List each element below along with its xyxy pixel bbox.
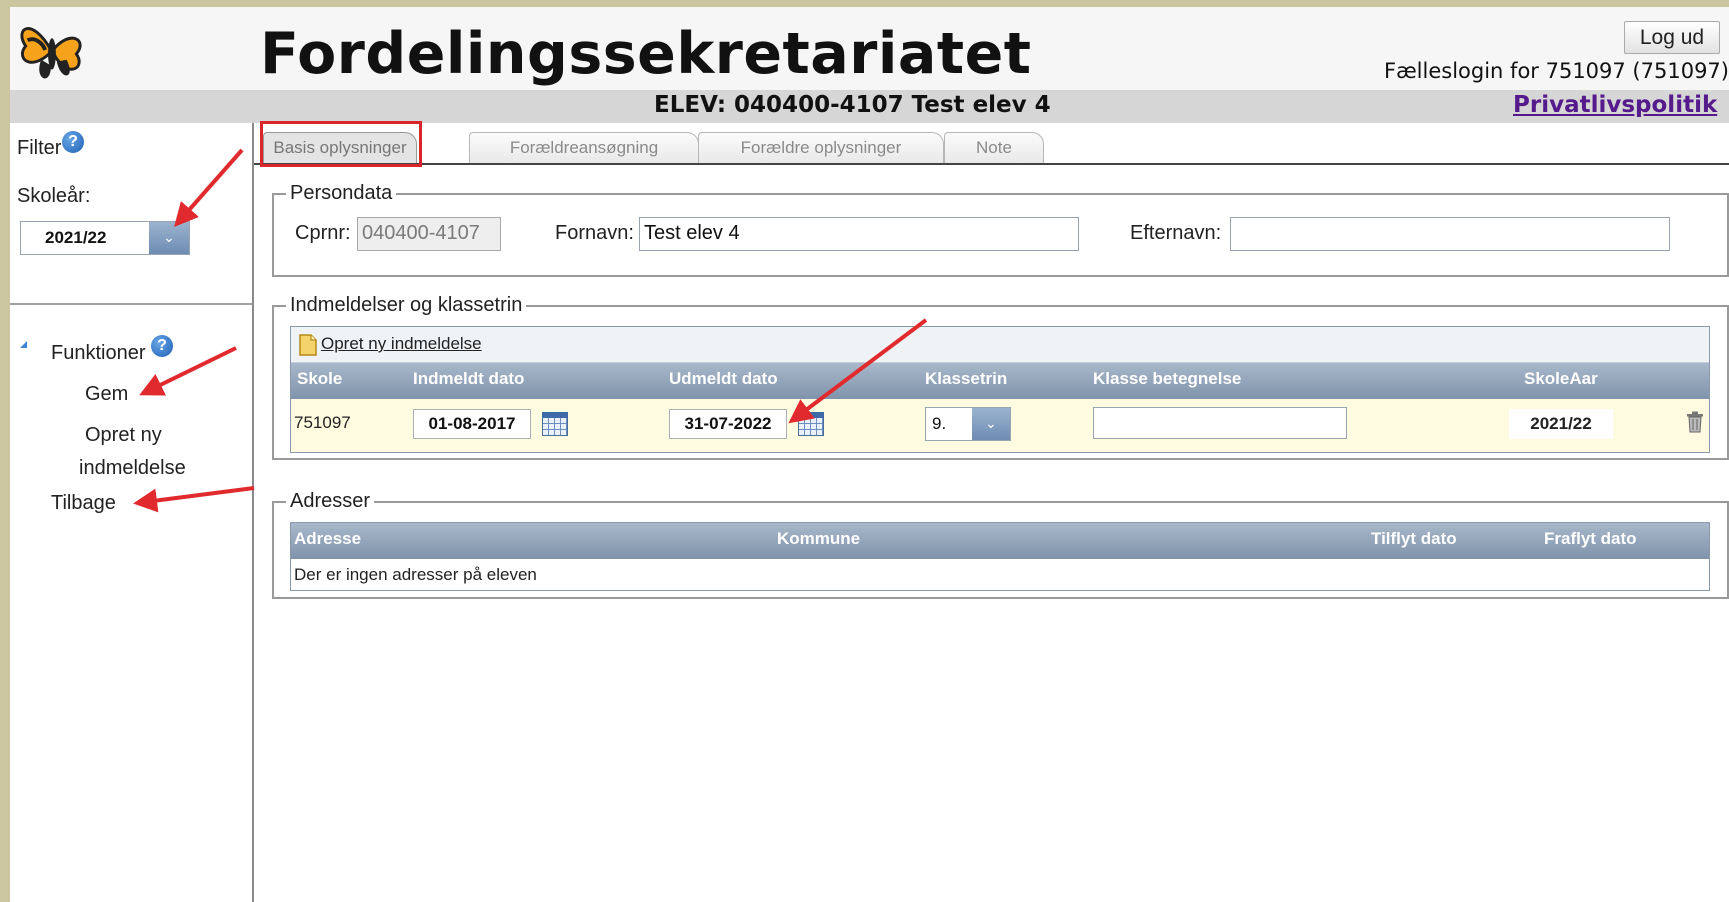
collapse-triangle-icon[interactable] [20, 341, 27, 348]
help-icon[interactable]: ? [151, 335, 173, 357]
school-year-cell: 2021/22 [1509, 409, 1613, 439]
firstname-label: Fornavn: [555, 222, 634, 244]
grade-select[interactable]: 9. ⌄ [925, 407, 1011, 441]
sidebar-item-save[interactable]: Gem [85, 383, 128, 406]
new-document-icon[interactable] [299, 334, 317, 356]
tab-underline [254, 163, 1729, 165]
empty-addresses-text: Der er ingen adresser på eleven [294, 565, 537, 584]
enrollments-legend: Indmeldelser og klassetrin [286, 294, 527, 317]
enrollments-header: Skole Indmeldt dato Udmeldt dato Klasset… [291, 363, 1709, 399]
addresses-legend: Adresser [286, 490, 375, 513]
firstname-field[interactable]: Test elev 4 [639, 217, 1079, 251]
filter-label: Filter [17, 137, 62, 159]
column-header[interactable]: Kommune [777, 529, 860, 549]
school-year-value: 2021/22 [45, 228, 107, 247]
app-window: Fordelingssekretariatet Log ud Fælleslog… [10, 7, 1729, 902]
chevron-down-icon[interactable]: ⌄ [149, 222, 189, 254]
persondata-fieldset: Persondata Cprnr: 040400-4107 Fornavn: T… [272, 182, 1729, 277]
cpr-label: Cprnr: [295, 222, 351, 244]
lastname-label: Efternavn: [1130, 222, 1222, 244]
column-header[interactable]: Klasse betegnelse [1093, 369, 1241, 389]
sidebar: Filter ? Skoleår: 2021/22 ⌄ Funktioner ?… [10, 123, 254, 902]
column-header[interactable]: Skole [297, 369, 342, 389]
trash-icon[interactable] [1686, 411, 1704, 433]
functions-label: Funktioner [51, 342, 146, 364]
table-row: 751097 01-08-2017 31-07-2022 9. ⌄ 2021/2… [291, 399, 1709, 452]
school-cell: 751097 [294, 413, 351, 432]
grade-value: 9. [932, 414, 947, 433]
enrolled-date-input[interactable]: 01-08-2017 [413, 409, 531, 439]
enrollments-grid: Opret ny indmeldelse Skole Indmeldt dato… [290, 326, 1710, 453]
tab-note[interactable]: Note [944, 132, 1044, 164]
column-header[interactable]: Indmeldt dato [413, 369, 524, 389]
header: Fordelingssekretariatet Log ud Fælleslog… [10, 7, 1729, 90]
login-info: Fælleslogin for 751097 (751097) [1383, 59, 1729, 83]
privacy-policy-link[interactable]: Privatlivspolitik [1513, 92, 1717, 118]
calendar-icon[interactable] [542, 412, 568, 436]
enrollments-toolbar: Opret ny indmeldelse [291, 327, 1709, 363]
addresses-fieldset: Adresser Adresse Kommune Tilflyt dato Fr… [272, 490, 1729, 599]
school-year-label: Skoleår: [17, 185, 91, 207]
column-header[interactable]: Udmeldt dato [669, 369, 778, 389]
cpr-field: 040400-4107 [357, 217, 501, 251]
sidebar-item-back[interactable]: Tilbage [51, 492, 116, 515]
sidebar-item-create-enrollment[interactable]: Opret ny [85, 424, 162, 447]
column-header[interactable]: Fraflyt dato [1544, 529, 1637, 549]
class-name-input[interactable] [1093, 407, 1347, 439]
tab-foraeldre-oplysninger[interactable]: Forældre oplysninger [698, 132, 944, 164]
sidebar-divider [10, 303, 252, 305]
help-icon[interactable]: ? [62, 131, 84, 153]
sidebar-item-create-enrollment-line2[interactable]: indmeldelse [79, 457, 186, 480]
column-header[interactable]: SkoleAar [1524, 369, 1598, 389]
butterfly-logo-icon [20, 27, 82, 79]
student-bar: ELEV: 040400-4107 Test elev 4 Privatlivs… [10, 90, 1729, 123]
lastname-field[interactable] [1230, 217, 1670, 251]
tab-foraeldreansoegning[interactable]: Forældreansøgning [469, 132, 699, 164]
create-enrollment-link[interactable]: Opret ny indmeldelse [321, 334, 482, 354]
enrollments-fieldset: Indmeldelser og klassetrin Opret ny indm… [272, 294, 1729, 460]
chevron-down-icon[interactable]: ⌄ [972, 408, 1010, 440]
persondata-legend: Persondata [286, 182, 397, 205]
addresses-header: Adresse Kommune Tilflyt dato Fraflyt dat… [291, 523, 1709, 559]
logout-button[interactable]: Log ud [1624, 21, 1720, 54]
addresses-grid: Adresse Kommune Tilflyt dato Fraflyt dat… [290, 522, 1710, 591]
highlight-box [260, 121, 422, 167]
column-header[interactable]: Adresse [294, 529, 361, 549]
column-header[interactable]: Tilflyt dato [1371, 529, 1457, 549]
unenrolled-date-input[interactable]: 31-07-2022 [669, 409, 787, 439]
school-year-select[interactable]: 2021/22 ⌄ [20, 221, 190, 255]
app-title: Fordelingssekretariatet [260, 21, 1032, 87]
column-header[interactable]: Klassetrin [925, 369, 1007, 389]
calendar-icon[interactable] [798, 412, 824, 436]
student-title: ELEV: 040400-4107 Test elev 4 [654, 92, 1051, 118]
